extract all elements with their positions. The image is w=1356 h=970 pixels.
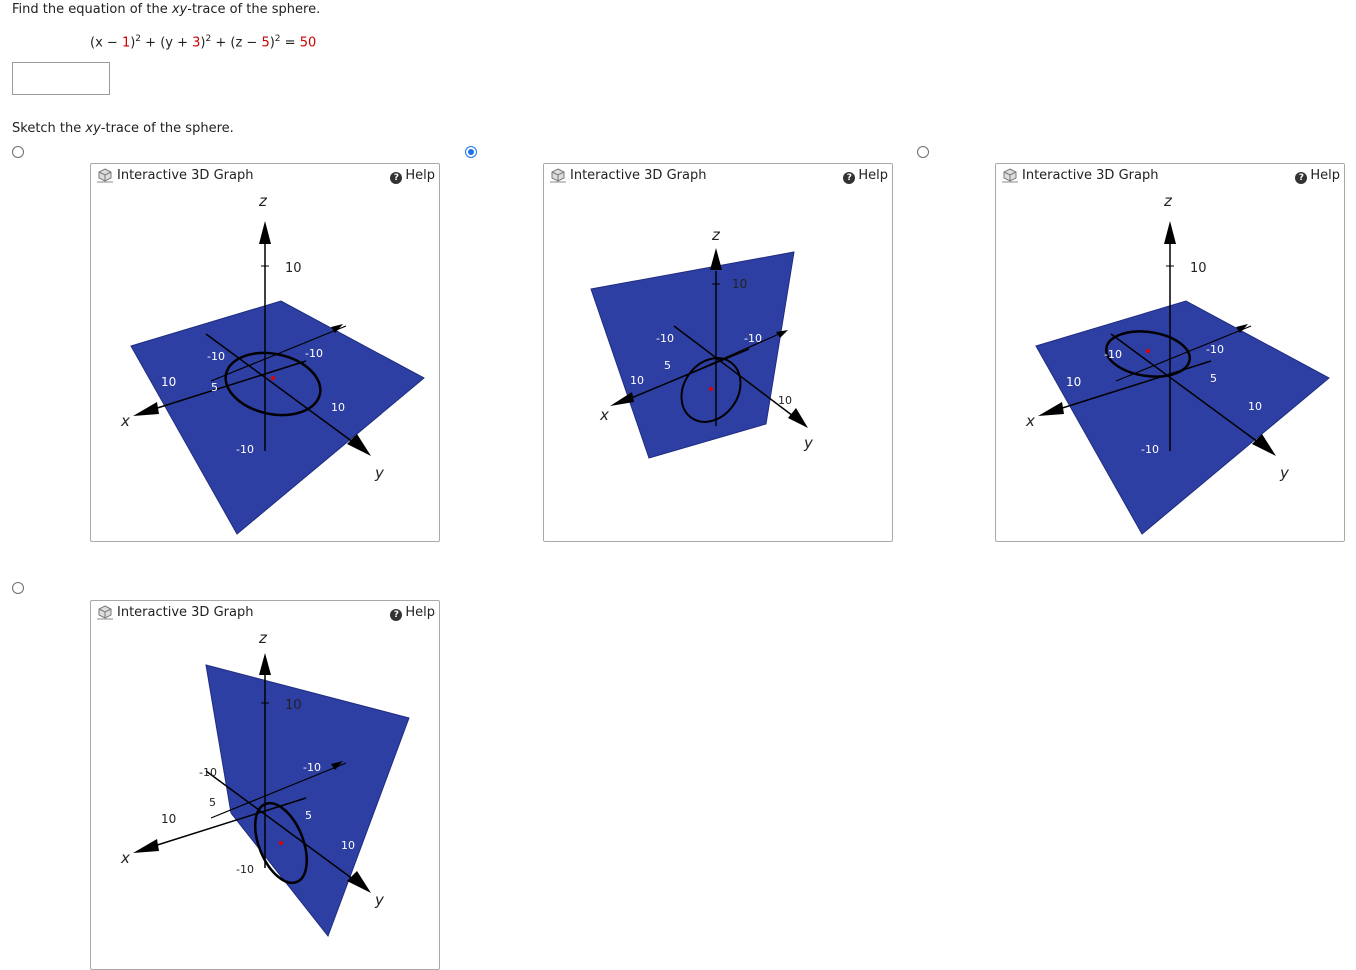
help-icon: ? <box>390 609 403 621</box>
help-link[interactable]: ? Help <box>843 168 888 184</box>
sphere-equation: (x − 1)2 + (y + 3)2 + (z − 5)2 = 50 <box>90 34 317 51</box>
graph-canvas[interactable]: 10 z x y 10 -10 10 -10 -10 5 <box>996 186 1344 541</box>
svg-text:-10: -10 <box>199 766 217 779</box>
help-link[interactable]: ? Help <box>1295 168 1340 184</box>
help-icon: ? <box>843 172 856 184</box>
help-link[interactable]: ? Help <box>390 605 435 621</box>
graph-panel-b[interactable]: Interactive 3D Graph ? Help 10 z x y 10 -… <box>543 163 893 542</box>
svg-text:-10: -10 <box>1104 348 1122 361</box>
svg-text:y: y <box>803 434 814 452</box>
svg-text:y: y <box>374 464 385 482</box>
svg-text:-10: -10 <box>744 332 762 345</box>
panel-title: Interactive 3D Graph <box>570 168 707 183</box>
sketch-prompt: Sketch the xy-trace of the sphere. <box>12 121 234 136</box>
svg-text:10: 10 <box>285 261 302 276</box>
option-d-radio[interactable] <box>12 582 24 594</box>
graph-canvas[interactable]: 10 z x y 10 -10 10 -10 5 <box>544 186 892 541</box>
svg-text:10: 10 <box>630 374 644 387</box>
svg-text:y: y <box>1279 464 1290 482</box>
plane-shape <box>1035 300 1330 535</box>
plane-shape <box>590 251 795 459</box>
svg-text:10: 10 <box>285 698 302 713</box>
graph-panel-a[interactable]: Interactive 3D Graph ? Help 10 z x y 10 -… <box>90 163 440 542</box>
svg-text:z: z <box>711 226 721 244</box>
svg-text:-10: -10 <box>303 761 321 774</box>
graph-canvas[interactable]: 10 z x y 10 -10 10 -10 -10 5 5 <box>91 623 439 963</box>
svg-text:z: z <box>1163 192 1173 210</box>
svg-text:-10: -10 <box>305 347 323 360</box>
panel-header: Interactive 3D Graph ? Help <box>996 164 1344 186</box>
help-link[interactable]: ? Help <box>390 168 435 184</box>
svg-text:10: 10 <box>331 401 345 414</box>
svg-text:x: x <box>120 849 130 867</box>
svg-text:10: 10 <box>778 394 792 407</box>
svg-text:-10: -10 <box>1206 343 1224 356</box>
panel-header: Interactive 3D Graph ? Help <box>544 164 892 186</box>
svg-text:10: 10 <box>1190 261 1207 276</box>
panel-title: Interactive 3D Graph <box>117 168 254 183</box>
panel-title: Interactive 3D Graph <box>1022 168 1159 183</box>
panel-header: Interactive 3D Graph ? Help <box>91 164 439 186</box>
cube-icon <box>550 168 566 183</box>
svg-text:10: 10 <box>1066 375 1081 389</box>
svg-text:x: x <box>599 406 609 424</box>
svg-text:-10: -10 <box>236 443 254 456</box>
question-prompt: Find the equation of the xy-trace of the… <box>12 2 321 17</box>
svg-text:-10: -10 <box>236 863 254 876</box>
plane-shape <box>130 300 425 535</box>
option-b-radio[interactable] <box>465 146 477 158</box>
svg-text:5: 5 <box>209 796 216 809</box>
svg-text:10: 10 <box>161 375 176 389</box>
svg-text:y: y <box>374 891 385 909</box>
svg-text:z: z <box>258 629 268 647</box>
graph-canvas[interactable]: 10 z x y 10 -10 10 -10 -10 5 <box>91 186 439 541</box>
svg-text:-10: -10 <box>207 350 225 363</box>
answer-input[interactable] <box>12 62 110 95</box>
help-icon: ? <box>1295 172 1308 184</box>
svg-text:5: 5 <box>1210 372 1217 385</box>
option-a-radio[interactable] <box>12 146 24 158</box>
svg-text:10: 10 <box>161 812 176 826</box>
svg-text:10: 10 <box>1248 400 1262 413</box>
graph-panel-c[interactable]: Interactive 3D Graph ? Help 10 z x y 10 -… <box>995 163 1345 542</box>
panel-header: Interactive 3D Graph ? Help <box>91 601 439 623</box>
svg-text:-10: -10 <box>656 332 674 345</box>
svg-text:5: 5 <box>305 809 312 822</box>
help-icon: ? <box>390 172 403 184</box>
panel-title: Interactive 3D Graph <box>117 605 254 620</box>
option-c-radio[interactable] <box>917 146 929 158</box>
svg-text:x: x <box>1025 412 1035 430</box>
cube-icon <box>97 168 113 183</box>
svg-text:x: x <box>120 412 130 430</box>
svg-text:-10: -10 <box>1141 443 1159 456</box>
svg-text:10: 10 <box>341 839 355 852</box>
svg-text:z: z <box>258 192 268 210</box>
svg-text:10: 10 <box>732 277 747 291</box>
svg-text:5: 5 <box>664 359 671 372</box>
cube-icon <box>1002 168 1018 183</box>
graph-panel-d[interactable]: Interactive 3D Graph ? Help 10 z x y 10 -… <box>90 600 440 970</box>
svg-text:5: 5 <box>211 381 218 394</box>
cube-icon <box>97 605 113 620</box>
